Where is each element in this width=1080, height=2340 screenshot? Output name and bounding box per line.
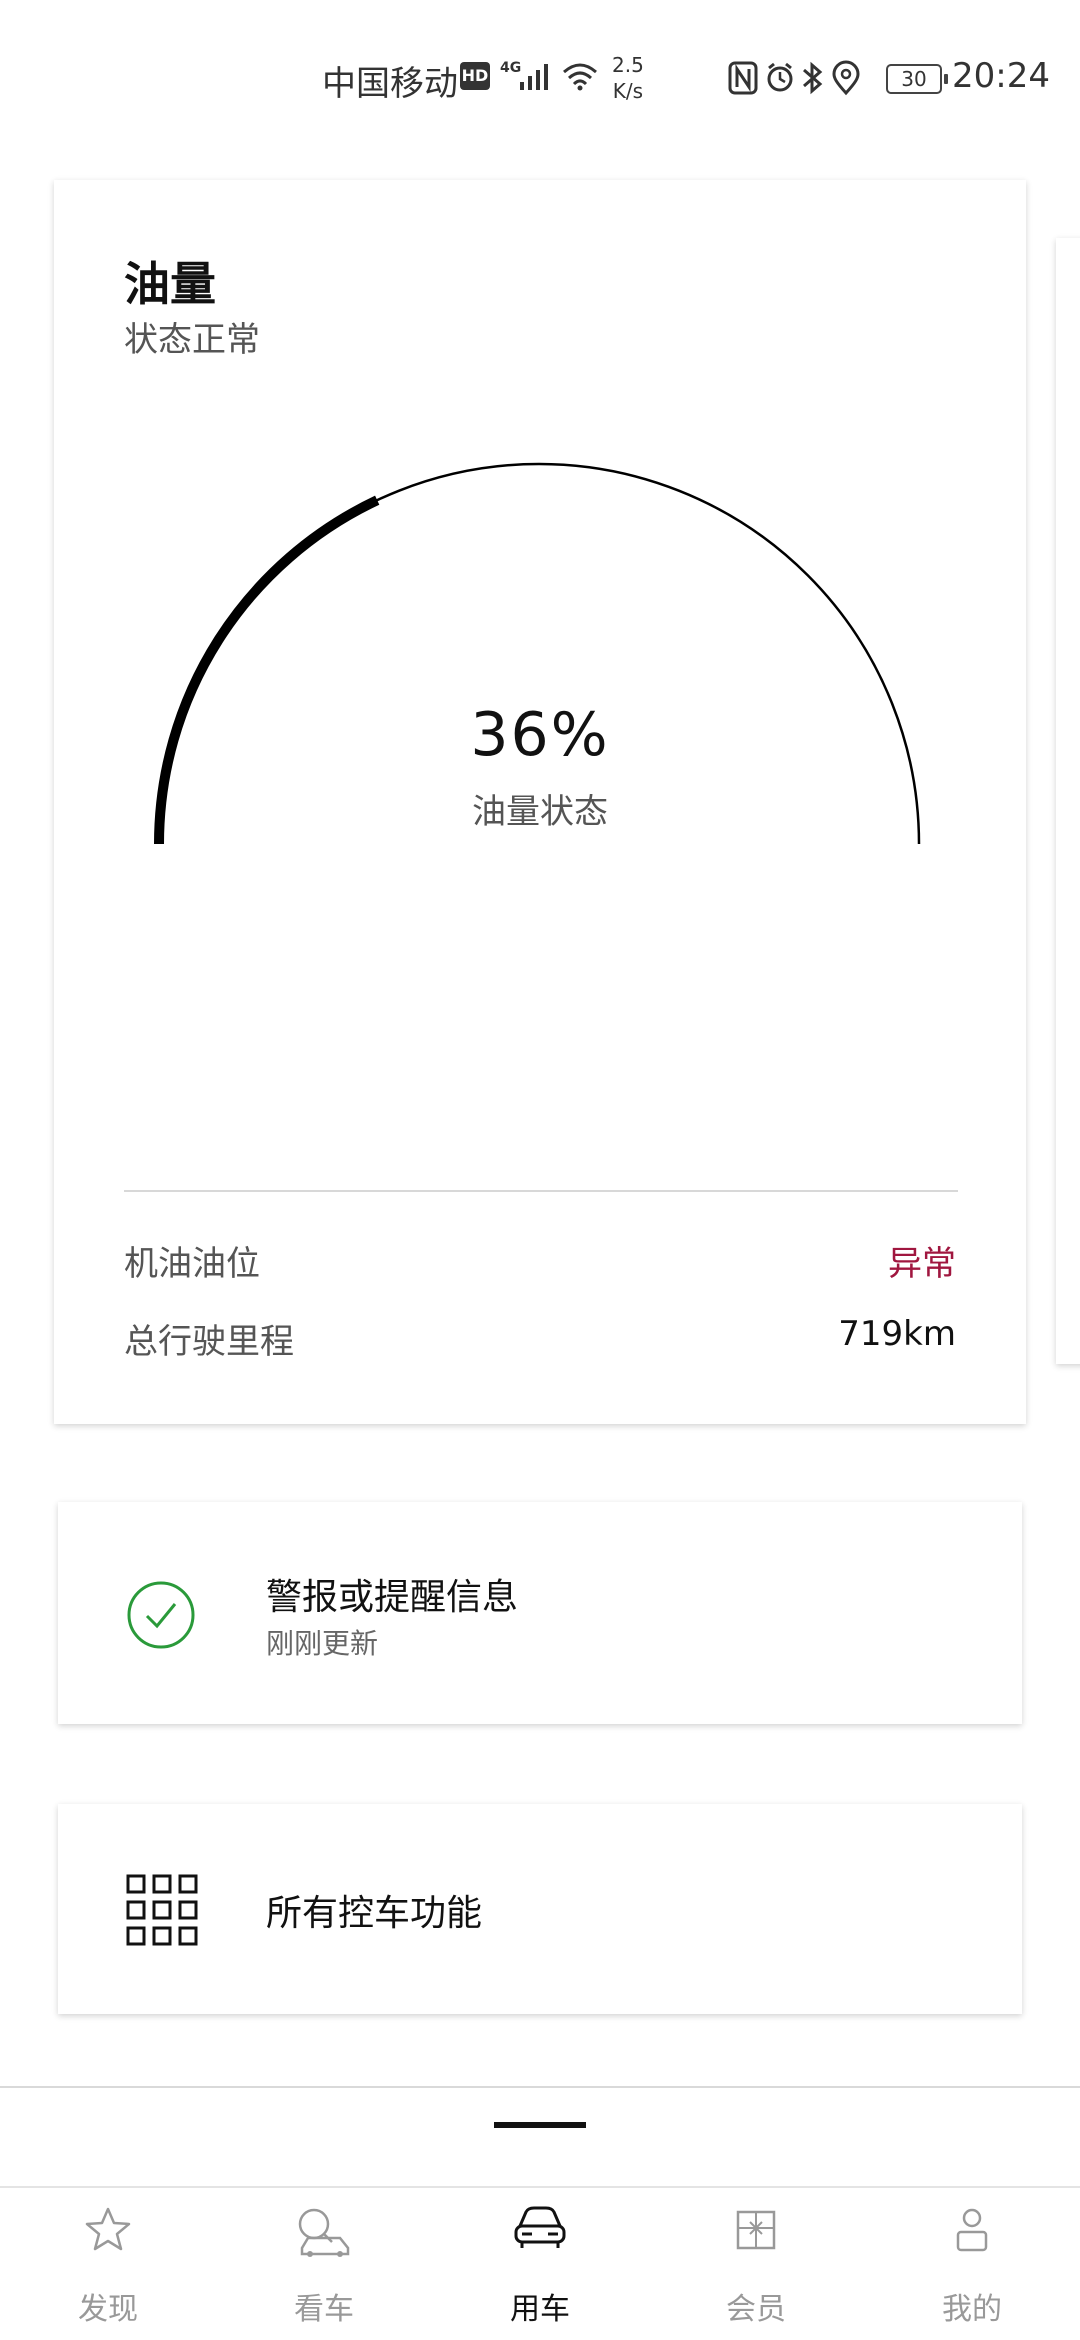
fuel-card[interactable]: 油量 状态正常 36% 油量状态 机油油位 异常 总行驶里程 719km: [54, 180, 1026, 1424]
hd-badge: HD: [460, 62, 490, 90]
check-circle-icon: [127, 1581, 195, 1649]
alert-title: 警报或提醒信息: [266, 1577, 519, 1618]
nav-label-discover: 发现: [78, 2292, 138, 2327]
gift-icon: [736, 2210, 776, 2250]
star-icon: [85, 2207, 131, 2251]
alert-card[interactable]: 警报或提醒信息 刚刚更新: [58, 1502, 1022, 1724]
car-front-icon: [514, 2206, 566, 2248]
nav-label-member: 会员: [726, 2292, 786, 2327]
all-functions-title: 所有控车功能: [266, 1893, 483, 1934]
nav-label-view-cars: 看车: [294, 2292, 354, 2327]
carrier-label: 中国移动: [322, 64, 458, 104]
status-icons: [728, 60, 860, 96]
nav-item-discover[interactable]: 发现: [0, 2188, 216, 2340]
gauge-value: 36%: [470, 700, 610, 770]
car-search-icon: [298, 2208, 350, 2257]
network-speed: 2.5 K/s: [612, 52, 644, 104]
bottom-nav: 发现 看车 用车 会员 我的: [0, 2188, 1080, 2340]
signal-icon: [520, 64, 548, 90]
gauge-label: 油量状态: [472, 792, 608, 832]
divider: [124, 1190, 958, 1192]
wifi-icon: [563, 63, 597, 91]
person-icon: [956, 2208, 988, 2252]
nfc-icon: [728, 61, 758, 95]
nav-item-member[interactable]: 会员: [648, 2188, 864, 2340]
all-functions-card[interactable]: 所有控车功能: [58, 1804, 1022, 2014]
clock: 20:24: [952, 56, 1050, 96]
next-card-peek[interactable]: [1056, 238, 1080, 1364]
grid-icon: [126, 1874, 198, 1946]
speed-unit: K/s: [612, 79, 644, 103]
alarm-icon: [767, 62, 793, 92]
sheet-divider: [0, 2086, 1080, 2088]
nav-item-mine[interactable]: 我的: [864, 2188, 1080, 2340]
mileage-label: 总行驶里程: [124, 1322, 294, 1362]
nav-item-view-cars[interactable]: 看车: [216, 2188, 432, 2340]
speed-value: 2.5: [612, 53, 644, 77]
status-bar: 中国移动 HD 4G 2.5 K/s 30 20:24: [0, 0, 1080, 150]
bluetooth-icon: [803, 61, 823, 95]
battery-icon: 30: [886, 64, 948, 94]
oil-level-value: 异常: [888, 1244, 956, 1284]
nav-label-mine: 我的: [942, 2292, 1002, 2327]
alert-updated: 刚刚更新: [266, 1627, 379, 1660]
drag-handle[interactable]: [494, 2122, 586, 2128]
oil-level-label: 机油油位: [124, 1244, 260, 1284]
nav-item-use-car[interactable]: 用车: [432, 2188, 648, 2340]
mileage-value: 719km: [838, 1314, 956, 1354]
location-icon: [832, 60, 860, 96]
nav-label-use-car: 用车: [510, 2292, 570, 2327]
